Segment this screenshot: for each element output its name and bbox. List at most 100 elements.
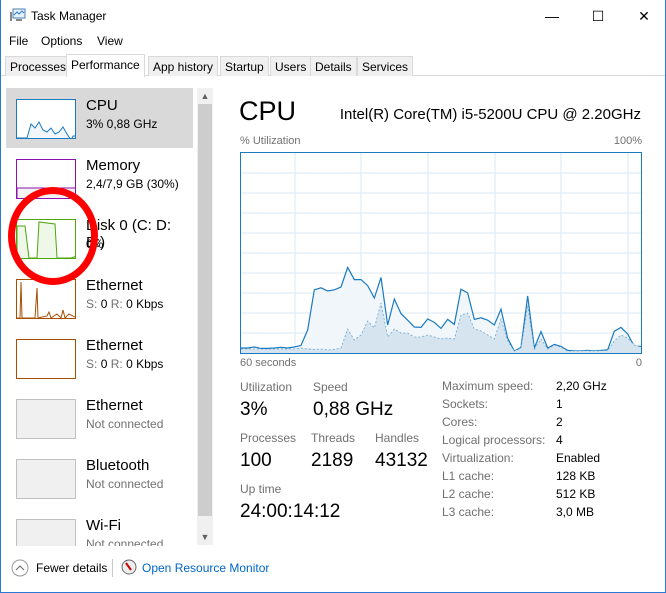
spec-label: Logical processors: [442,433,546,447]
spec-label: Sockets: [442,397,489,411]
scroll-down-icon[interactable]: ▼ [197,529,213,545]
menu-bar: File Options View [1,32,665,50]
ethernet-thumbnail-graph [16,399,76,439]
menu-options[interactable]: Options [41,34,82,48]
threads-label: Threads [311,431,356,445]
memory-thumbnail-graph [16,159,76,199]
sidebar-item-name: Ethernet [86,397,143,414]
spec-value: 3,0 MB [556,505,595,519]
speed-label: Speed [313,380,348,394]
tab-users[interactable]: Users [270,56,312,76]
maximize-button[interactable]: ☐ [575,0,621,32]
cpu-detail-panel: CPU Intel(R) Core(TM) i5-5200U CPU @ 2.2… [221,86,661,546]
menu-file[interactable]: File [9,34,28,48]
fewer-details-button[interactable]: Fewer details [36,561,107,575]
spec-label: L1 cache: [442,469,495,483]
sidebar-item-sub: 3% 0,88 GHz [86,117,158,131]
spec-value: 4 [556,433,563,447]
minimize-button[interactable]: — [529,0,575,32]
open-resource-monitor-link[interactable]: Open Resource Monitor [142,561,269,575]
sidebar-scrollbar[interactable]: ▲ ▼ [197,88,213,545]
chevron-up-circle-icon[interactable] [11,559,29,577]
title-bar: Task Manager — ☐ ✕ [1,0,665,32]
cpu-model: Intel(R) Core(TM) i5-5200U CPU @ 2.20GHz [339,106,641,123]
sidebar-item-disk[interactable]: Disk 0 (C: D: E:) 0% [6,208,193,268]
processes-label: Processes [240,431,297,445]
spec-label: Virtualization: [442,451,514,465]
sidebar-item-ethernet-3[interactable]: Ethernet Not connected [6,388,193,448]
footer: Fewer details Open Resource Monitor [1,550,665,590]
tab-processes[interactable]: Processes [5,56,72,76]
spec-value: 128 KB [556,469,596,483]
send-value: 0 [100,357,108,371]
tab-services[interactable]: Services [357,56,414,76]
scrollbar-thumb[interactable] [198,104,212,516]
spec-value: Enabled [556,451,601,465]
spec-label: L3 cache: [442,505,495,519]
spec-label: Cores: [442,415,478,429]
chart-y-max-label: 100% [613,135,642,147]
sidebar-item-name: Ethernet [86,337,143,354]
page-title: CPU [239,96,297,126]
spec-value: 1 [556,397,563,411]
bluetooth-thumbnail-graph [16,459,76,499]
receive-value: 0 Kbps [126,297,164,311]
tab-app-history[interactable]: App history [148,56,219,76]
cpu-thumbnail-graph [16,99,76,139]
sidebar-item-sub: Not connected [86,477,164,491]
utilization-value: 3% [240,399,268,420]
tab-startup[interactable]: Startup [220,56,269,76]
resource-sidebar: CPU 3% 0,88 GHz Memory 2,4/7,9 GB (30%) … [1,86,214,546]
close-button[interactable]: ✕ [621,0,666,32]
handles-value: 43132 [375,450,428,471]
receive-label: R: [110,357,123,371]
receive-value: 0 Kbps [126,357,164,371]
chart-y-label: % Utilization [240,135,301,147]
sidebar-item-name: CPU [86,97,118,114]
sidebar-item-sub: Not connected [86,537,164,546]
wifi-thumbnail-graph [16,519,76,546]
menu-view[interactable]: View [97,34,123,48]
chart-x-start-label: 60 seconds [240,357,297,369]
tab-bar: Processes Performance App history Startu… [1,54,665,77]
sidebar-item-sub: 0% [86,237,104,251]
window-title: Task Manager [31,9,107,23]
sidebar-item-name: Ethernet [86,277,143,294]
tab-details[interactable]: Details [310,56,357,76]
receive-label: R: [110,297,123,311]
send-label: S: [86,357,98,371]
sidebar-item-wifi[interactable]: Wi-Fi Not connected [6,508,193,546]
sidebar-item-sub: Not connected [86,417,164,431]
sidebar-item-cpu[interactable]: CPU 3% 0,88 GHz [6,88,193,148]
sidebar-item-sub: S: 0 R: 0 Kbps [86,297,163,311]
task-manager-icon [10,8,26,21]
scroll-up-icon[interactable]: ▲ [197,88,213,104]
spec-label: Maximum speed: [442,379,534,393]
chart-svg [241,153,642,353]
disk-thumbnail-graph [16,219,76,259]
task-manager-window: Task Manager — ☐ ✕ File Options View Pro… [0,0,666,593]
utilization-label: Utilization [240,380,293,394]
send-value: 0 [100,297,108,311]
sidebar-item-ethernet-1[interactable]: Ethernet S: 0 R: 0 Kbps [6,268,193,328]
sidebar-item-ethernet-2[interactable]: Ethernet S: 0 R: 0 Kbps [6,328,193,388]
sidebar-item-sub: 2,4/7,9 GB (30%) [86,177,179,191]
sidebar-item-name: Wi-Fi [86,517,121,534]
sidebar-item-bluetooth[interactable]: Bluetooth Not connected [6,448,193,508]
sidebar-item-name: Bluetooth [86,457,150,474]
spec-label: L2 cache: [442,487,495,501]
ethernet-thumbnail-graph [16,339,76,379]
sidebar-item-sub: S: 0 R: 0 Kbps [86,357,163,371]
sidebar-item-name: Memory [86,157,141,174]
spec-value: 2,20 GHz [556,379,607,393]
processes-value: 100 [240,450,272,471]
cpu-utilization-chart [240,152,642,354]
sidebar-item-memory[interactable]: Memory 2,4/7,9 GB (30%) [6,148,193,208]
spec-value: 512 KB [556,487,596,501]
send-label: S: [86,297,98,311]
threads-value: 2189 [311,450,354,471]
spec-value: 2 [556,415,563,429]
tab-performance[interactable]: Performance [66,54,145,77]
speed-value: 0,88 GHz [313,399,394,420]
chart-x-end-label: 0 [635,357,642,369]
